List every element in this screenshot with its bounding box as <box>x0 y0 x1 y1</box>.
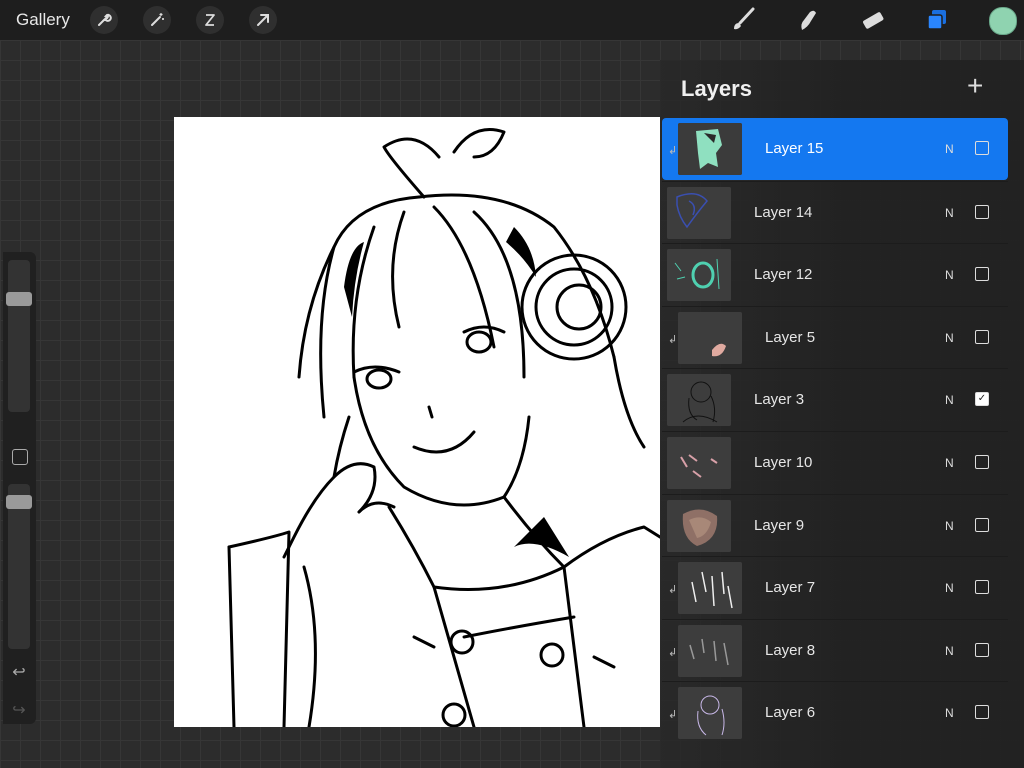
visibility-checkbox[interactable]: ✓ <box>975 392 989 407</box>
layer-thumbnail[interactable] <box>678 624 742 677</box>
blend-mode-button[interactable]: N <box>945 581 954 595</box>
layers-panel: Layers + ↲ Layer 15 N Layer 14 N Layer 12 N ↲ La… <box>660 60 1024 768</box>
layer-thumbnail[interactable] <box>678 687 742 740</box>
blend-mode-button[interactable]: N <box>945 142 954 156</box>
visibility-checkbox[interactable] <box>975 455 989 469</box>
color-swatch[interactable] <box>989 7 1017 35</box>
layer-thumbnail[interactable] <box>667 374 731 427</box>
undo-icon[interactable]: ↩ <box>9 662 29 681</box>
layer-name: Layer 8 <box>765 641 816 659</box>
gallery-button[interactable]: Gallery <box>16 10 70 30</box>
blend-mode-button[interactable]: N <box>945 456 954 470</box>
visibility-checkbox[interactable] <box>975 204 989 219</box>
layer-thumbnail[interactable] <box>678 562 742 615</box>
layer-row[interactable]: Layer 12 N <box>662 243 1008 306</box>
layer-thumbnail[interactable] <box>667 499 731 552</box>
layer-row[interactable]: ↲ Layer 8 N <box>662 618 1008 682</box>
opacity-slider[interactable] <box>6 484 32 649</box>
layer-thumbnail[interactable] <box>667 249 731 302</box>
layer-row[interactable]: ↲ Layer 5 N <box>662 305 1008 369</box>
wrench-icon[interactable] <box>90 6 118 34</box>
layer-name: Layer 3 <box>754 391 805 409</box>
clipping-mask-icon: ↲ <box>668 333 678 346</box>
brush-size-slider[interactable] <box>6 260 32 412</box>
layer-name: Layer 14 <box>754 203 813 221</box>
blend-mode-button[interactable]: N <box>945 519 954 533</box>
visibility-checkbox[interactable] <box>975 642 989 657</box>
clipping-mask-icon: ↲ <box>668 646 678 659</box>
layer-thumbnail[interactable] <box>678 311 742 364</box>
layer-row[interactable]: Layer 10 N <box>662 431 1008 494</box>
visibility-checkbox[interactable] <box>975 517 989 532</box>
eraser-icon[interactable] <box>858 5 888 35</box>
redo-icon[interactable]: ↪ <box>9 700 29 719</box>
clipping-mask-icon: ↲ <box>668 584 678 597</box>
clipping-mask-icon: ↲ <box>668 145 678 157</box>
smudge-icon[interactable] <box>793 5 823 35</box>
blend-mode-button[interactable]: N <box>945 393 954 407</box>
clipping-mask-icon: ↲ <box>668 709 678 722</box>
modify-button[interactable] <box>12 449 28 465</box>
visibility-checkbox[interactable] <box>975 580 989 595</box>
brush-size-thumb[interactable] <box>6 292 32 306</box>
layer-name: Layer 12 <box>754 266 813 284</box>
opacity-thumb[interactable] <box>6 495 32 509</box>
layer-name: Layer 5 <box>765 328 816 346</box>
blend-mode-button[interactable]: N <box>945 206 954 220</box>
blend-mode-button[interactable]: N <box>945 644 954 658</box>
layers-icon[interactable] <box>922 5 952 35</box>
transform-arrow-icon[interactable] <box>249 6 277 34</box>
layer-name: Layer 9 <box>754 516 805 534</box>
visibility-checkbox[interactable] <box>975 141 989 155</box>
layer-name: Layer 6 <box>765 704 816 722</box>
layer-thumbnail[interactable] <box>667 437 731 489</box>
blend-mode-button[interactable]: N <box>945 268 954 282</box>
brush-icon[interactable] <box>728 5 758 35</box>
layer-name: Layer 15 <box>765 140 824 157</box>
layer-name: Layer 10 <box>754 454 813 471</box>
layer-row[interactable]: ↲ Layer 7 N <box>662 556 1008 619</box>
layer-row[interactable]: Layer 9 N <box>662 493 1008 557</box>
layer-thumbnail[interactable] <box>667 186 731 239</box>
layer-name: Layer 7 <box>765 579 816 597</box>
visibility-checkbox[interactable] <box>975 267 989 282</box>
top-toolbar: Gallery <box>0 0 1024 40</box>
line-art-illustration <box>227 128 660 727</box>
add-layer-button[interactable]: + <box>967 72 983 100</box>
left-sidebar: ↩ ↪ <box>3 252 36 724</box>
blend-mode-button[interactable]: N <box>945 331 954 345</box>
layer-row[interactable]: Layer 14 N <box>662 180 1008 244</box>
layer-thumbnail[interactable] <box>678 123 742 175</box>
visibility-checkbox[interactable] <box>975 329 989 344</box>
layer-row[interactable]: Layer 3 N ✓ <box>662 368 1008 431</box>
layer-row[interactable]: ↲ Layer 15 N <box>662 118 1008 180</box>
visibility-checkbox[interactable] <box>975 705 989 720</box>
magic-wand-icon[interactable] <box>143 6 171 34</box>
layer-row[interactable]: ↲ Layer 6 N <box>662 681 1008 744</box>
selection-icon[interactable] <box>196 6 224 34</box>
layers-panel-title: Layers <box>681 76 752 101</box>
drawing-canvas[interactable] <box>174 117 660 727</box>
blend-mode-button[interactable]: N <box>945 706 954 720</box>
